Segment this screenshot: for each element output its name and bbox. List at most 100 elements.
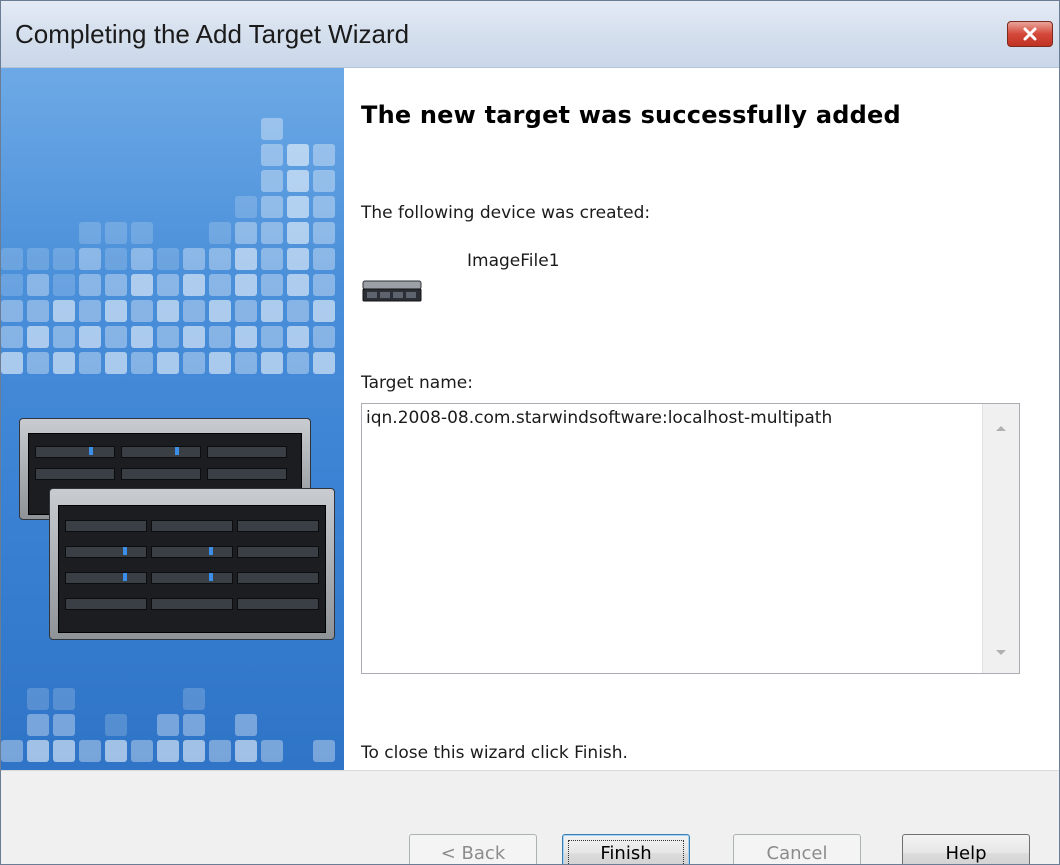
banner-tile <box>27 688 49 710</box>
banner-tile <box>79 740 101 762</box>
scroll-up-icon[interactable] <box>996 426 1006 431</box>
banner-tile <box>53 688 75 710</box>
device-created-label: The following device was created: <box>361 203 651 223</box>
banner-tile <box>261 740 283 762</box>
banner-tile <box>131 248 153 270</box>
banner-tile <box>131 222 153 244</box>
banner-tile <box>287 326 309 348</box>
banner-tile <box>157 326 179 348</box>
banner-tile <box>261 118 283 140</box>
banner-tile <box>1 274 23 296</box>
banner-tile <box>79 248 101 270</box>
focus-ring <box>568 840 684 864</box>
close-button[interactable] <box>1007 21 1053 47</box>
banner-tile <box>183 300 205 322</box>
drive-bay <box>35 468 115 480</box>
drive-bay <box>151 598 233 610</box>
banner-tile <box>79 300 101 322</box>
banner-tile <box>183 274 205 296</box>
banner-tile <box>209 352 231 374</box>
server-unit-front <box>49 488 335 640</box>
banner-tile <box>27 740 49 762</box>
banner-tile <box>53 352 75 374</box>
banner-tile <box>183 688 205 710</box>
banner-tile <box>105 740 127 762</box>
banner-tile <box>313 222 335 244</box>
banner-tile <box>261 352 283 374</box>
drive-bay <box>121 468 201 480</box>
banner-tile <box>235 740 257 762</box>
drive-bay <box>237 546 319 558</box>
banner-tile <box>183 740 205 762</box>
banner-tile <box>261 274 283 296</box>
back-button[interactable]: < Back <box>409 834 537 864</box>
drive-led <box>175 447 179 455</box>
banner-tile <box>131 326 153 348</box>
banner-tile <box>313 170 335 192</box>
banner-tile <box>105 352 127 374</box>
banner-tile <box>53 714 75 736</box>
wizard-banner <box>1 68 344 770</box>
drive-bay <box>151 572 233 584</box>
banner-tile <box>131 300 153 322</box>
drive-bay <box>207 446 287 458</box>
target-name-label: Target name: <box>361 373 473 393</box>
title-bar[interactable]: Completing the Add Target Wizard <box>1 1 1059 68</box>
banner-tile <box>209 300 231 322</box>
banner-tile <box>287 196 309 218</box>
banner-tile <box>53 300 75 322</box>
banner-tile <box>287 144 309 166</box>
banner-tile <box>79 352 101 374</box>
banner-tile <box>105 222 127 244</box>
banner-tile <box>79 326 101 348</box>
banner-tile <box>27 300 49 322</box>
cancel-button[interactable]: Cancel <box>733 834 861 864</box>
banner-tile <box>131 274 153 296</box>
banner-tile <box>27 714 49 736</box>
target-name-scrollbar[interactable] <box>982 404 1019 673</box>
help-button[interactable]: Help <box>902 834 1030 864</box>
finish-button[interactable]: Finish <box>562 834 690 864</box>
banner-tile <box>27 326 49 348</box>
server-rack-illustration <box>19 418 335 648</box>
drive-bay <box>237 598 319 610</box>
banner-tile <box>105 300 127 322</box>
banner-tile <box>287 352 309 374</box>
banner-tile <box>313 144 335 166</box>
scroll-down-icon[interactable] <box>996 650 1006 655</box>
banner-tile <box>261 144 283 166</box>
banner-tile <box>183 714 205 736</box>
banner-tile <box>235 196 257 218</box>
server-front-panel <box>58 505 326 633</box>
drive-bay <box>65 598 147 610</box>
banner-tile <box>209 326 231 348</box>
banner-tile <box>157 300 179 322</box>
device-name: ImageFile1 <box>467 251 560 271</box>
banner-tile <box>313 326 335 348</box>
banner-tile <box>313 248 335 270</box>
banner-tile <box>1 352 23 374</box>
drive-bay <box>35 446 115 458</box>
drive-bay <box>237 520 319 532</box>
banner-tile <box>157 274 179 296</box>
banner-tile <box>157 714 179 736</box>
drive-bay <box>65 572 147 584</box>
target-name-textbox[interactable]: iqn.2008-08.com.starwindsoftware:localho… <box>361 403 1020 674</box>
drive-bay <box>151 546 233 558</box>
banner-tile <box>79 274 101 296</box>
banner-tile <box>235 300 257 322</box>
page-heading: The new target was successfully added <box>361 101 901 129</box>
banner-tile <box>105 714 127 736</box>
banner-tile <box>157 352 179 374</box>
wizard-button-bar: < Back Finish Cancel Help <box>1 770 1059 864</box>
banner-tile <box>1 740 23 762</box>
banner-tile <box>27 352 49 374</box>
banner-tile <box>287 248 309 270</box>
banner-tile <box>287 300 309 322</box>
banner-tile <box>235 274 257 296</box>
banner-tile <box>27 274 49 296</box>
banner-tile <box>235 714 257 736</box>
banner-tile <box>261 326 283 348</box>
wizard-content: The new target was successfully added Th… <box>1 68 1059 770</box>
drive-led <box>89 447 93 455</box>
